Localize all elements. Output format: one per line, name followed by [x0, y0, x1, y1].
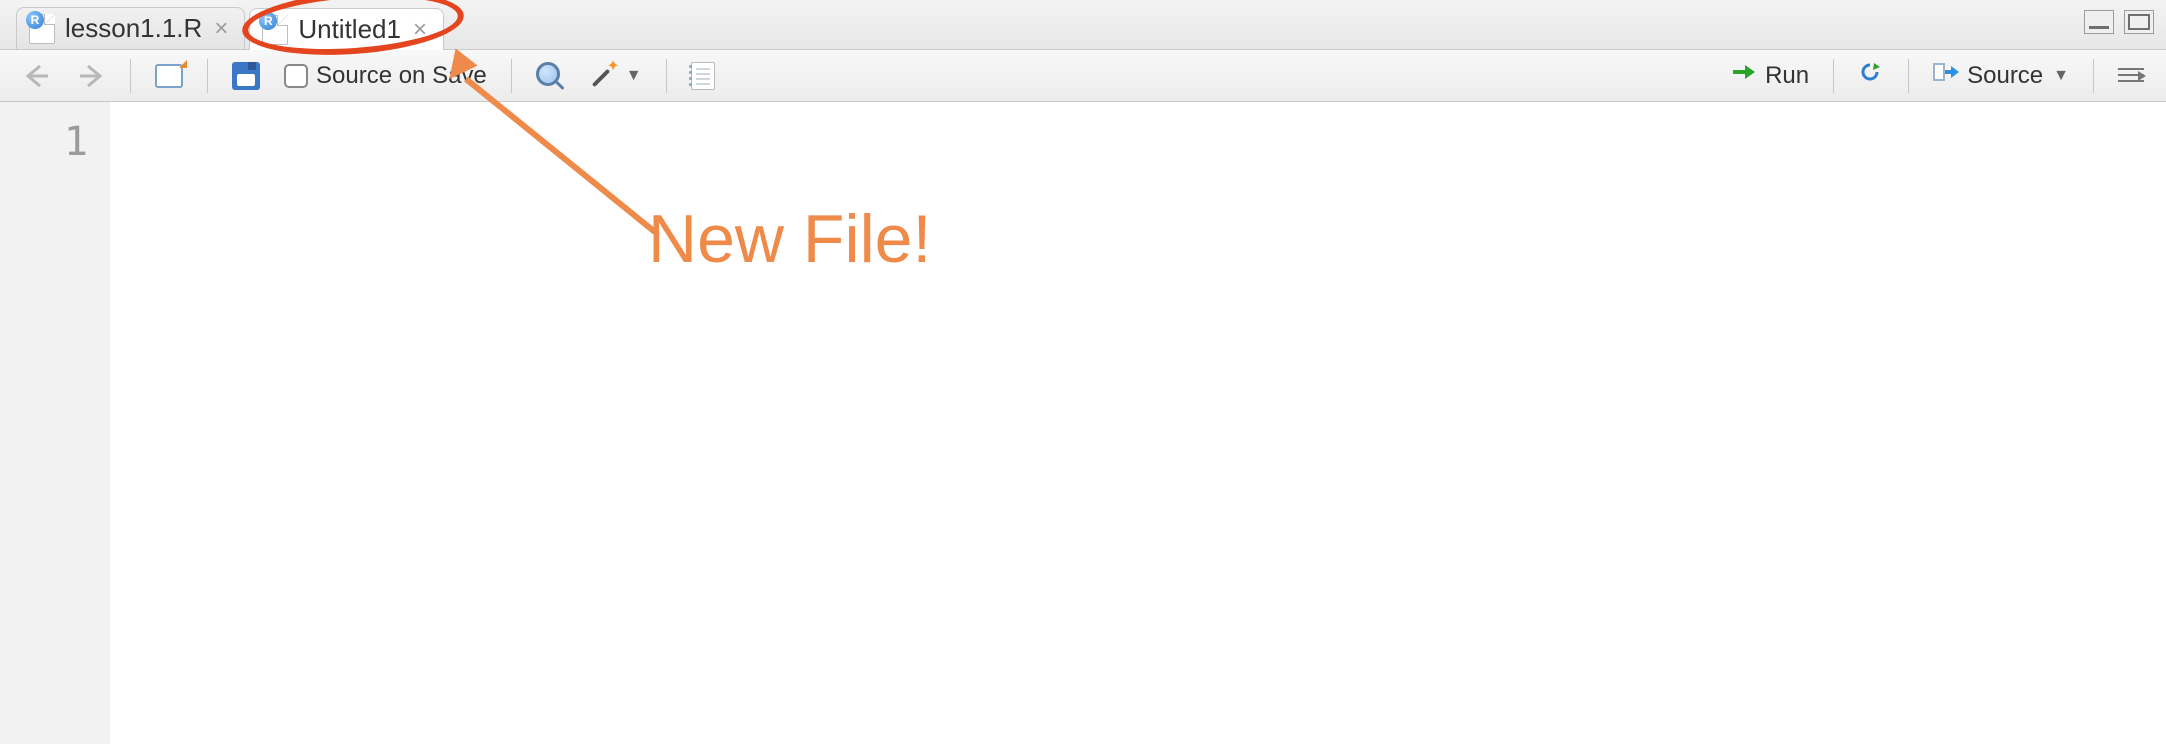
tab-label: Untitled1 — [298, 14, 401, 45]
outline-icon — [2118, 65, 2144, 87]
toolbar-separator — [130, 59, 131, 93]
toolbar-separator — [1833, 59, 1834, 93]
close-icon[interactable]: × — [212, 17, 230, 41]
toolbar-separator — [2093, 59, 2094, 93]
chevron-down-icon: ▼ — [626, 67, 642, 85]
magic-wand-icon: ✦ — [588, 62, 616, 90]
run-label: Run — [1765, 62, 1809, 90]
checkbox-icon — [284, 64, 308, 88]
tab-untitled1[interactable]: R Untitled1 × — [249, 8, 444, 50]
compile-report-button[interactable] — [683, 58, 723, 94]
pane-window-controls — [2084, 10, 2154, 34]
maximize-pane-icon[interactable] — [2124, 10, 2154, 34]
tab-bar: R lesson1.1.R × R Untitled1 × — [0, 0, 2166, 50]
tab-label: lesson1.1.R — [65, 13, 202, 44]
notebook-icon — [691, 62, 715, 90]
close-icon[interactable]: × — [411, 18, 429, 42]
code-tools-button[interactable]: ✦ ▼ — [580, 58, 650, 94]
source-label: Source — [1967, 62, 2043, 90]
code-area[interactable] — [110, 102, 2166, 744]
r-file-icon: R — [262, 15, 288, 45]
source-arrow-icon — [1933, 61, 1959, 90]
nav-forward-button[interactable] — [68, 59, 114, 93]
toolbar-separator — [511, 59, 512, 93]
save-button[interactable] — [224, 58, 268, 94]
toolbar-separator — [666, 59, 667, 93]
find-replace-button[interactable] — [528, 58, 572, 94]
rerun-icon — [1858, 61, 1884, 90]
nav-back-button[interactable] — [14, 59, 60, 93]
line-number: 1 — [0, 112, 88, 172]
source-editor: 1 — [0, 102, 2166, 744]
line-number-gutter: 1 — [0, 102, 110, 744]
floppy-disk-icon — [232, 62, 260, 90]
source-button[interactable]: Source ▼ — [1925, 57, 2077, 94]
minimize-pane-icon[interactable] — [2084, 10, 2114, 34]
run-button[interactable]: Run — [1723, 57, 1817, 94]
show-in-new-window-button[interactable] — [147, 60, 191, 92]
toolbar-separator — [1908, 59, 1909, 93]
rerun-button[interactable] — [1850, 57, 1892, 94]
run-arrow-icon — [1731, 61, 1757, 90]
popout-icon — [155, 64, 183, 88]
search-icon — [536, 62, 564, 90]
document-outline-button[interactable] — [2110, 61, 2152, 91]
tab-lesson1-1-r[interactable]: R lesson1.1.R × — [16, 7, 245, 49]
source-on-save-checkbox[interactable]: Source on Save — [276, 58, 495, 94]
r-file-icon: R — [29, 14, 55, 44]
toolbar-separator — [207, 59, 208, 93]
chevron-down-icon[interactable]: ▼ — [2053, 67, 2069, 85]
editor-toolbar: Source on Save ✦ ▼ Run Source ▼ — [0, 50, 2166, 102]
source-on-save-label: Source on Save — [316, 62, 487, 90]
